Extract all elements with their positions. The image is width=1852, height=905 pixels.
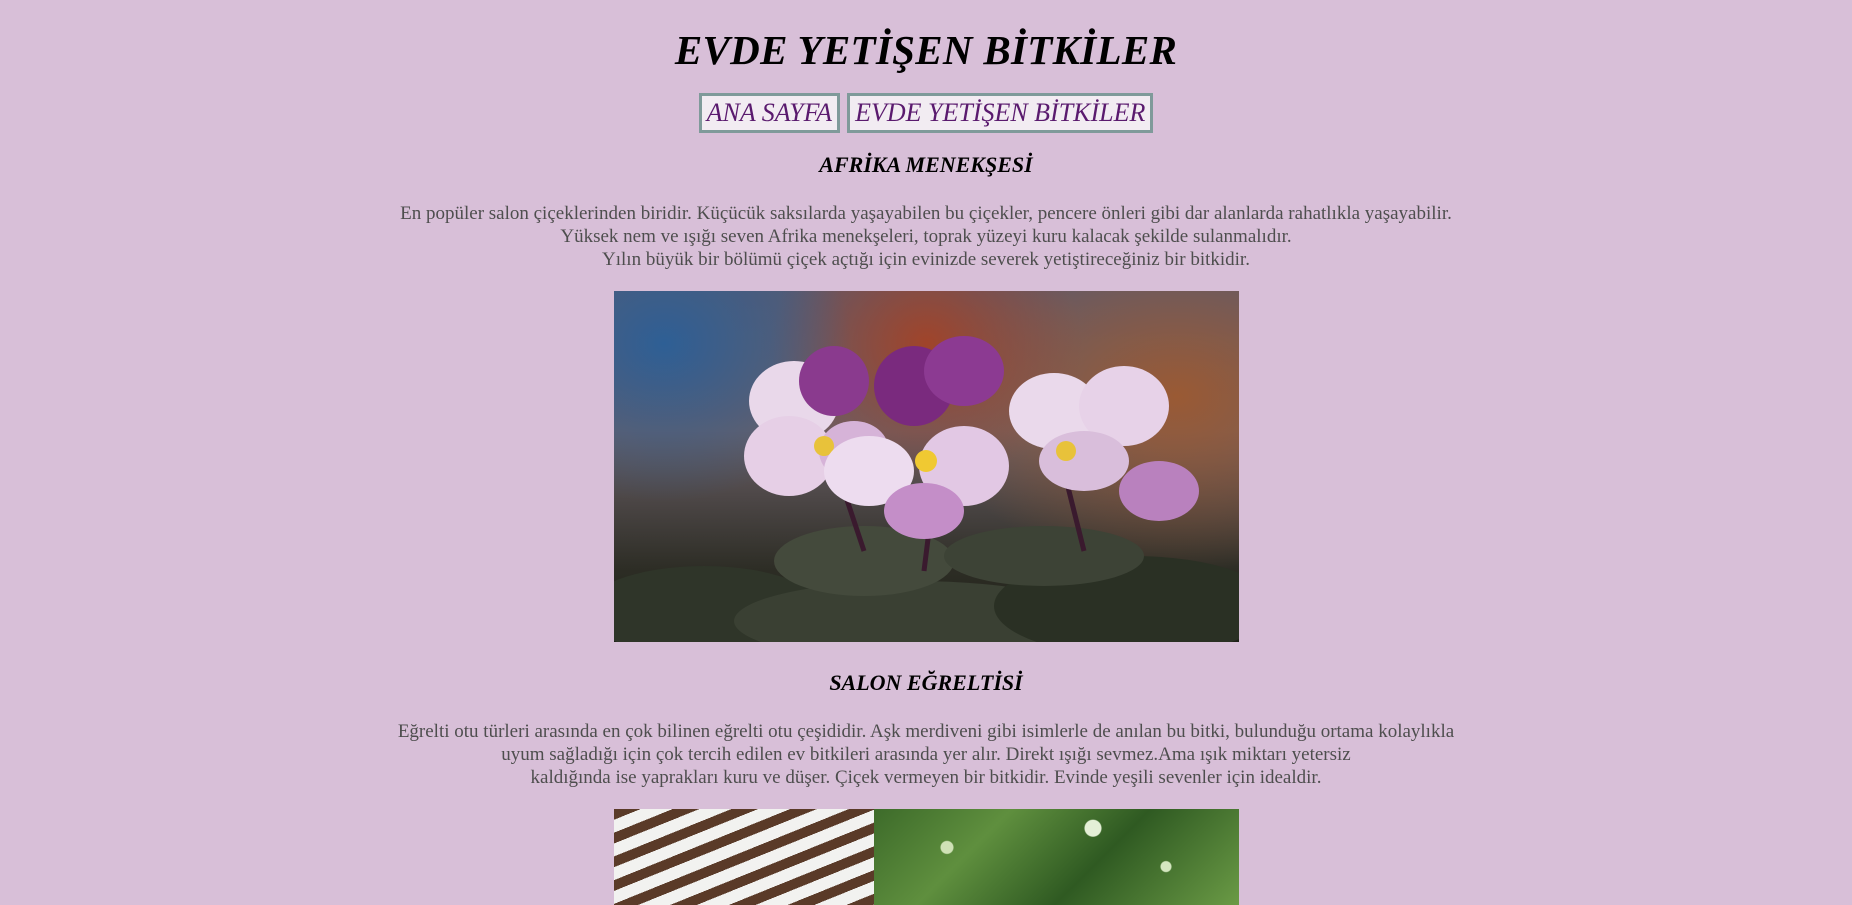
- description-line: Yılın büyük bir bölümü çiçek açtığı için…: [602, 249, 1250, 270]
- description-line: En popüler salon çiçeklerinden biridir. …: [400, 203, 1452, 224]
- african-violet-illustration: [614, 336, 1239, 642]
- description-line: Eğrelti otu türleri arasında en çok bili…: [397, 721, 1455, 742]
- page-title: EVDE YETİŞEN BİTKİLER: [674, 27, 1178, 73]
- hanging-fern-photo: [614, 809, 1239, 905]
- nav-link-house-plants[interactable]: EVDE YETİŞEN BİTKİLER: [847, 93, 1154, 133]
- nav-link-home[interactable]: ANA SAYFA: [698, 93, 841, 133]
- section-title-african-violet: AFRİKA MENEKŞESİ: [819, 152, 1033, 177]
- section-title-boston-fern: SALON EĞRELTİSİ: [829, 670, 1023, 695]
- fern-foliage: [874, 809, 1239, 905]
- section-description-african-violet: En popüler salon çiçeklerinden biridir. …: [0, 202, 1852, 271]
- section-description-boston-fern: Eğrelti otu türleri arasında en çok bili…: [0, 720, 1852, 789]
- description-line: kaldığında ise yaprakları kuru ve düşer.…: [530, 767, 1322, 788]
- african-violet-photo: [614, 291, 1239, 642]
- description-line: Yüksek nem ve ışığı seven Afrika menekşe…: [560, 226, 1292, 247]
- main-nav: ANA SAYFA EVDE YETİŞEN BİTKİLER: [0, 93, 1852, 133]
- description-line: uyum sağladığı için çok tercih edilen ev…: [501, 744, 1351, 765]
